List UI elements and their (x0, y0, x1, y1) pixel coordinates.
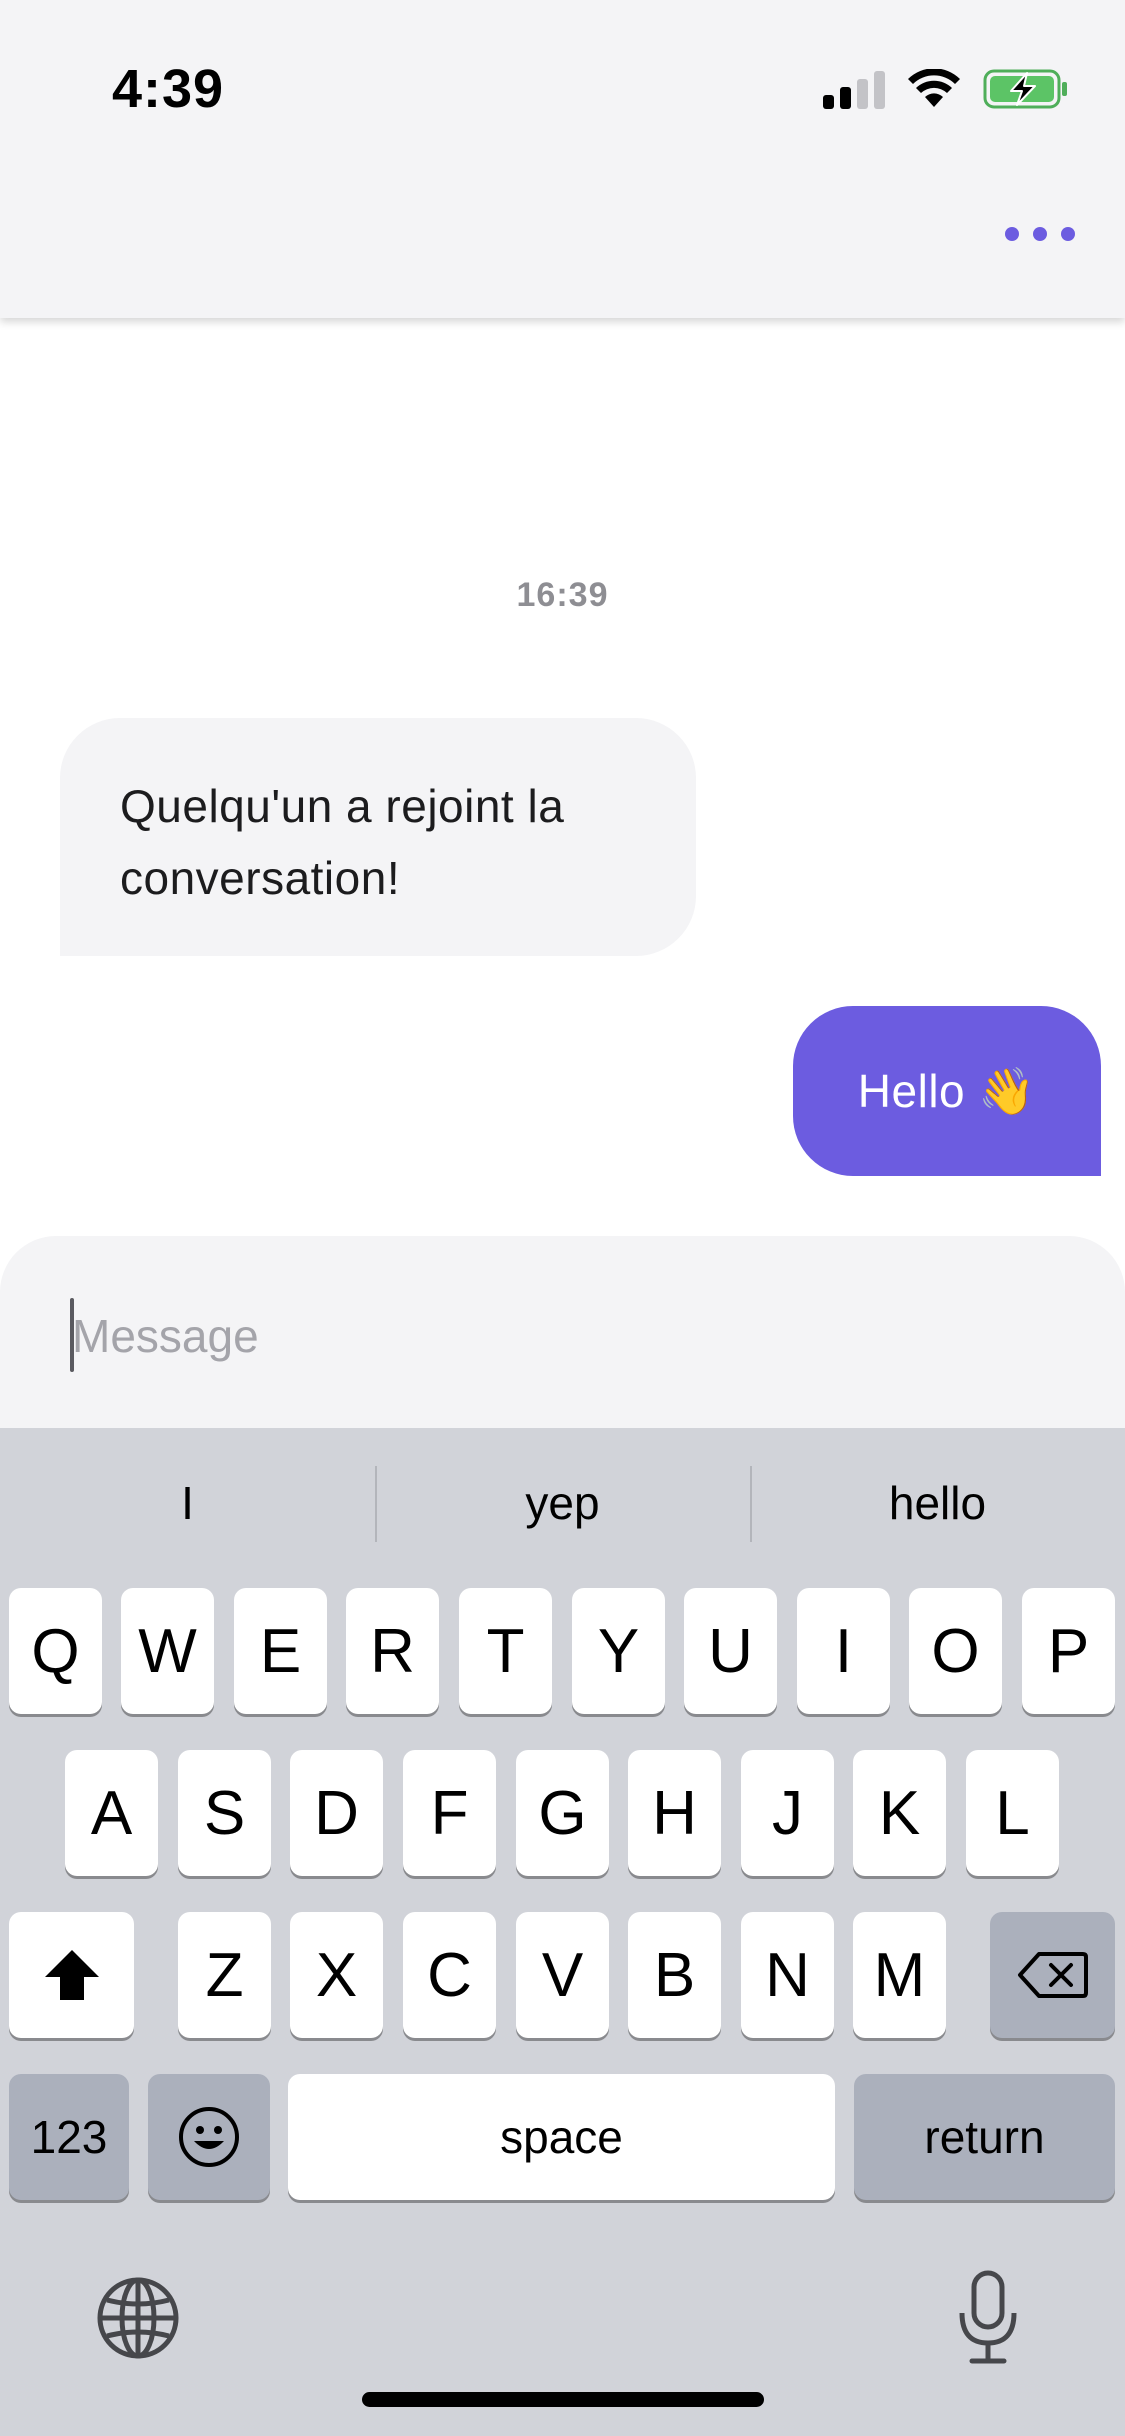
key-b[interactable]: B (628, 1912, 721, 2038)
more-options-button[interactable] (1005, 220, 1075, 248)
message-timestamp: 16:39 (516, 576, 609, 614)
shift-icon (44, 1950, 99, 2000)
key-z[interactable]: Z (178, 1912, 271, 2038)
predictive-text-bar: I yep hello (0, 1428, 1125, 1578)
key-e[interactable]: E (234, 1588, 327, 1714)
key-a[interactable]: A (65, 1750, 158, 1876)
key-v[interactable]: V (516, 1912, 609, 2038)
key-c[interactable]: C (403, 1912, 496, 2038)
key-o[interactable]: O (909, 1588, 1002, 1714)
key-u[interactable]: U (684, 1588, 777, 1714)
status-time: 4:39 (112, 59, 225, 119)
message-input[interactable] (72, 1286, 1052, 1386)
emoji-icon (179, 2107, 239, 2167)
dictation-button[interactable] (946, 2266, 1030, 2370)
home-indicator[interactable] (362, 2392, 764, 2407)
key-x[interactable]: X (290, 1912, 383, 2038)
key-j[interactable]: J (741, 1750, 834, 1876)
navigation-bar: 4:39 (0, 0, 1125, 318)
space-key[interactable]: space (288, 2074, 835, 2200)
key-f[interactable]: F (403, 1750, 496, 1876)
key-h[interactable]: H (628, 1750, 721, 1876)
wifi-icon (908, 69, 960, 107)
return-key[interactable]: return (854, 2074, 1115, 2200)
key-l[interactable]: L (966, 1750, 1059, 1876)
microphone-icon (959, 2270, 1017, 2364)
key-s[interactable]: S (178, 1750, 271, 1876)
more-horizontal-icon (1005, 227, 1019, 241)
conversation-area[interactable]: 16:39 Quelqu'un a rejoint la conversatio… (0, 318, 1125, 1236)
key-n[interactable]: N (741, 1912, 834, 2038)
suggestion-2[interactable]: yep (375, 1428, 750, 1578)
battery-charging-icon (983, 69, 1067, 109)
globe-button[interactable] (92, 2272, 184, 2364)
emoji-key[interactable] (148, 2074, 270, 2200)
status-icons (823, 66, 1069, 112)
key-y[interactable]: Y (572, 1588, 665, 1714)
suggestion-3[interactable]: hello (750, 1428, 1125, 1578)
key-g[interactable]: G (516, 1750, 609, 1876)
backspace-key[interactable] (990, 1912, 1115, 2038)
key-i[interactable]: I (797, 1588, 890, 1714)
numbers-key[interactable]: 123 (9, 2074, 129, 2200)
globe-icon (97, 2277, 179, 2359)
key-t[interactable]: T (459, 1588, 552, 1714)
outgoing-message-bubble[interactable]: Hello 👋 (793, 1006, 1101, 1176)
incoming-message-text-line-2: conversation! (120, 852, 401, 904)
incoming-message-bubble[interactable]: Quelqu'un a rejoint la conversation! (60, 718, 696, 956)
incoming-message-text-line-1: Quelqu'un a rejoint la (120, 780, 565, 832)
shift-key[interactable] (9, 1912, 134, 2038)
key-m[interactable]: M (853, 1912, 946, 2038)
key-r[interactable]: R (346, 1588, 439, 1714)
key-w[interactable]: W (121, 1588, 214, 1714)
backspace-icon (1017, 1952, 1088, 1998)
keyboard: I yep hello Q W E R T Y U I O P A S D F … (0, 1428, 1125, 2436)
suggestion-1[interactable]: I (0, 1428, 375, 1578)
key-q[interactable]: Q (9, 1588, 102, 1714)
message-composer (0, 1236, 1125, 1428)
key-d[interactable]: D (290, 1750, 383, 1876)
outgoing-message-text: Hello 👋 (857, 1064, 1037, 1117)
key-p[interactable]: P (1022, 1588, 1115, 1714)
signal-icon (823, 69, 885, 109)
key-k[interactable]: K (853, 1750, 946, 1876)
